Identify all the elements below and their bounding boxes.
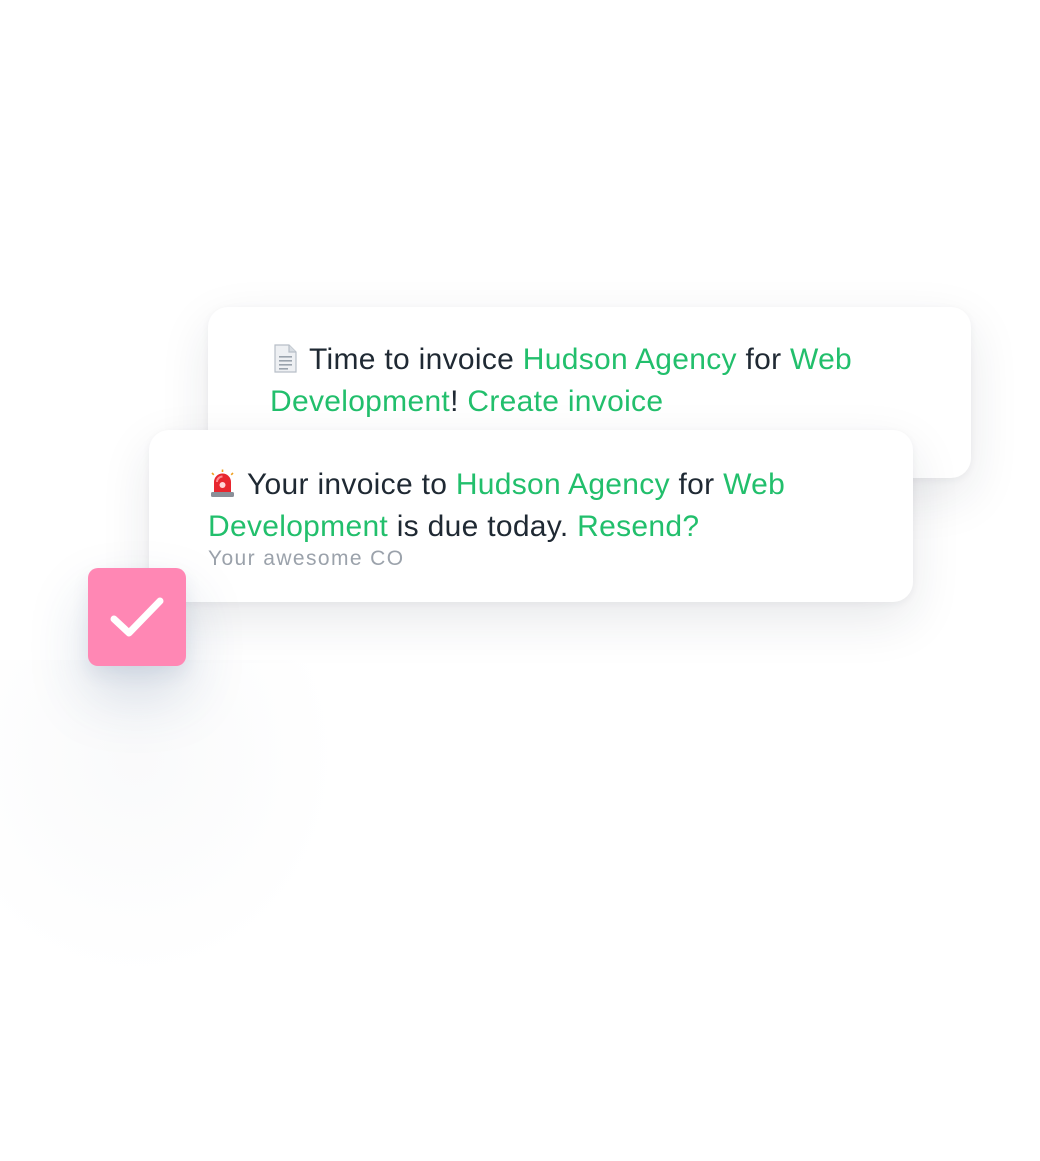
document-icon — [270, 344, 299, 383]
sender-name: Your awesome CO — [208, 547, 405, 570]
client-name: Hudson Agency — [522, 343, 737, 376]
notification-message: Time to invoice Hudson Agency for Web De… — [270, 341, 911, 421]
create-invoice-link[interactable]: Create invoice — [467, 385, 663, 418]
client-name: Hudson Agency — [455, 468, 670, 501]
notification-message: Your invoice to Hudson Agency for Web De… — [208, 466, 853, 546]
background-shadow — [0, 660, 340, 980]
notification-card-invoice-due[interactable]: Your invoice to Hudson Agency for Web De… — [149, 430, 913, 602]
message-text: ! — [450, 385, 468, 418]
resend-link[interactable]: Resend? — [577, 510, 699, 543]
checkmark-icon — [110, 597, 164, 637]
message-text: for — [669, 468, 724, 501]
check-badge[interactable] — [88, 568, 186, 666]
message-text: is due today. — [388, 510, 578, 543]
message-text: Your invoice to — [247, 468, 456, 501]
message-text: for — [736, 343, 790, 376]
message-text: Time to invoice — [309, 343, 523, 376]
siren-icon — [208, 469, 237, 508]
